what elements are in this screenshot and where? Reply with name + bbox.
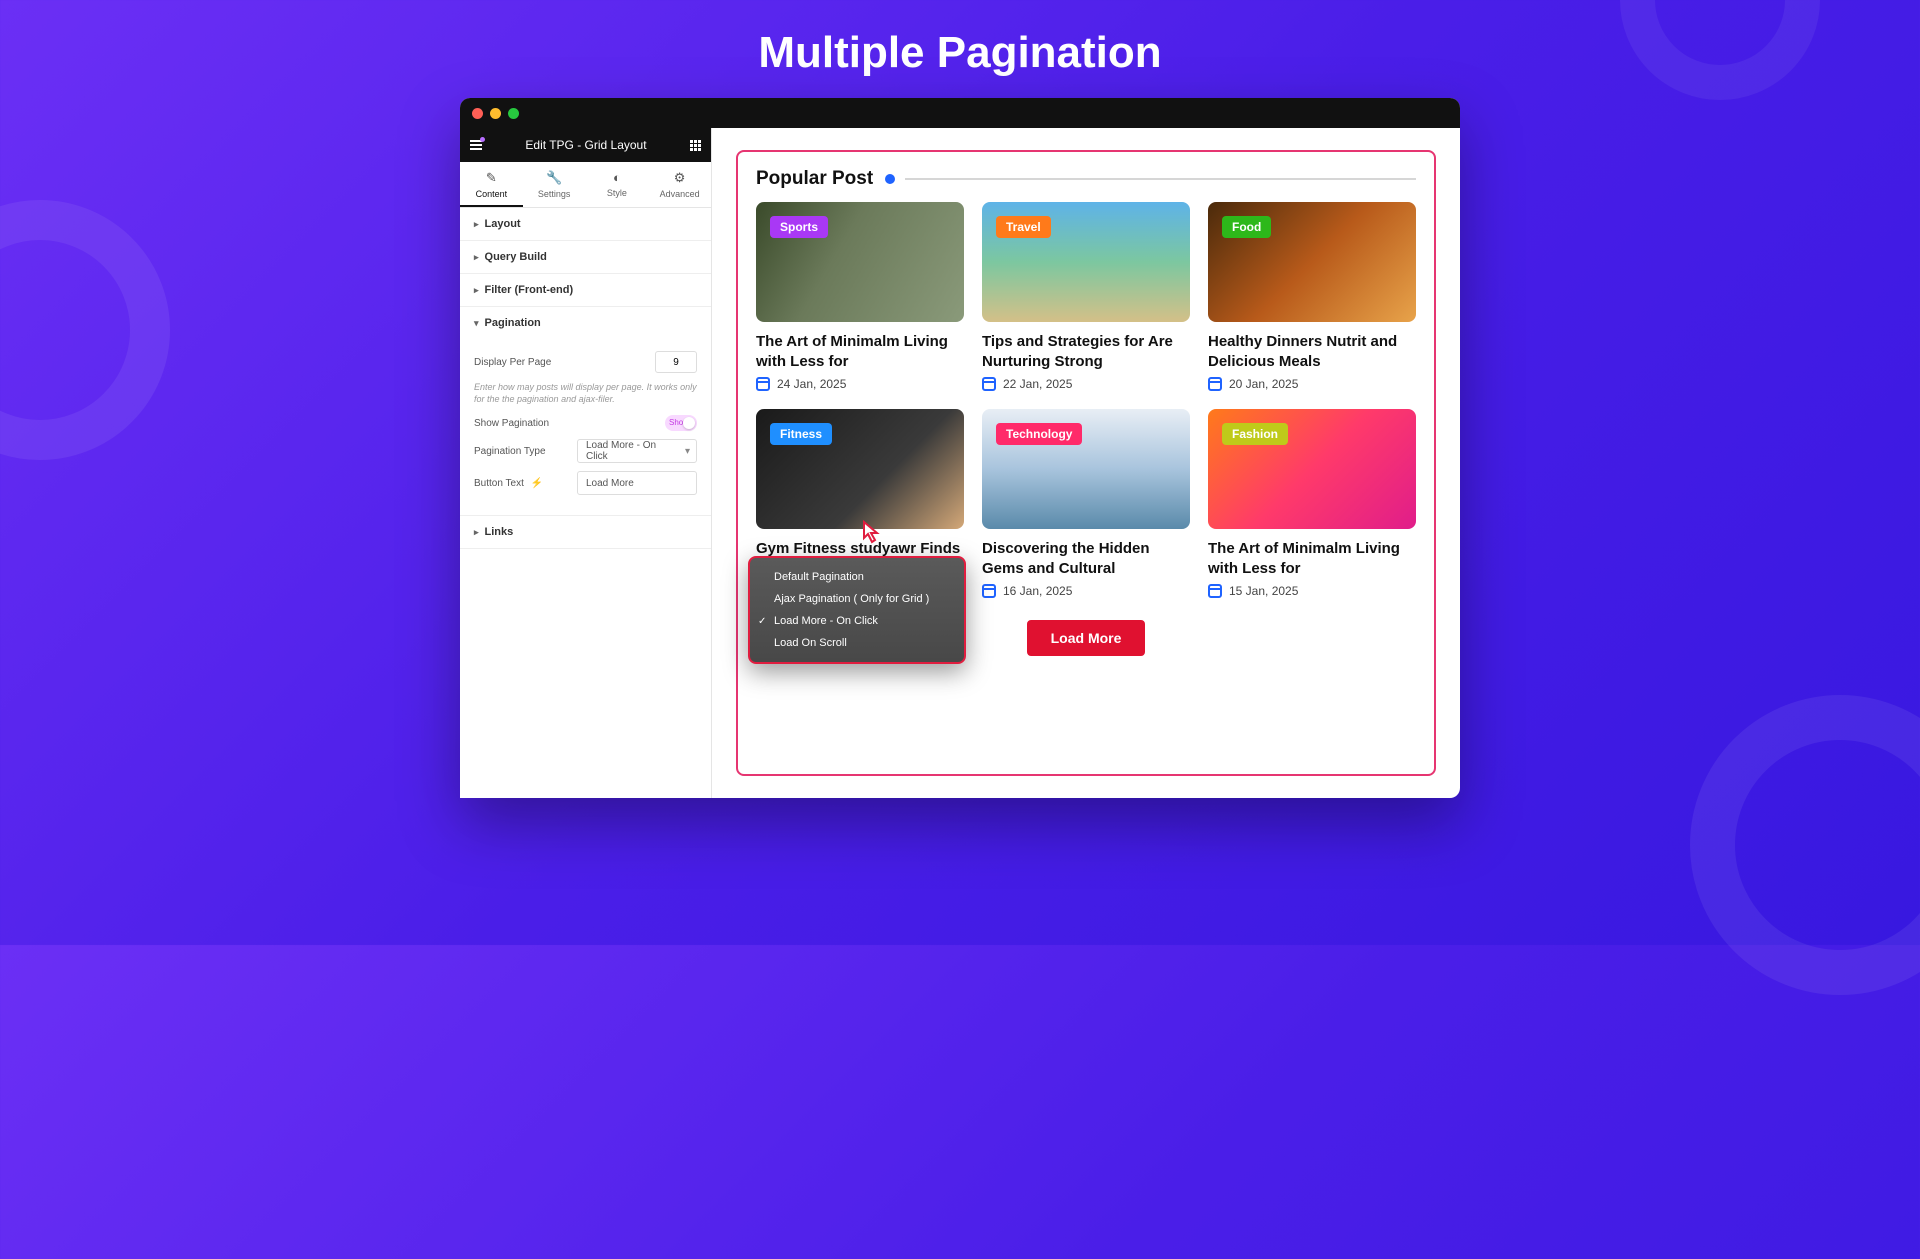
post-title[interactable]: Discovering the Hidden Gems and Cultural: [982, 539, 1190, 578]
section-links[interactable]: Links: [460, 516, 711, 548]
wrench-icon: 🔧: [523, 170, 586, 186]
tab-label: Content: [476, 189, 508, 199]
menu-icon[interactable]: [470, 140, 482, 150]
tab-content[interactable]: ✎ Content: [460, 162, 523, 207]
load-more-button[interactable]: Load More: [1027, 620, 1146, 656]
category-badge[interactable]: Travel: [996, 216, 1051, 238]
preview-area: Popular Post Sports The Art of Minimalm L…: [712, 128, 1460, 798]
heading-divider: [905, 178, 1416, 180]
dropdown-option-default[interactable]: Default Pagination: [750, 566, 964, 588]
dropdown-option-ajax[interactable]: Ajax Pagination ( Only for Grid ): [750, 588, 964, 610]
calendar-icon: [982, 377, 996, 391]
calendar-icon: [982, 584, 996, 598]
post-thumbnail: Food: [1208, 202, 1416, 322]
apps-grid-icon[interactable]: [690, 140, 701, 151]
post-card[interactable]: Technology Discovering the Hidden Gems an…: [982, 409, 1190, 598]
gear-icon: ⚙: [648, 170, 711, 186]
calendar-icon: [1208, 584, 1222, 598]
post-title[interactable]: The Art of Minimalm Living with Less for: [1208, 539, 1416, 578]
contrast-icon: ◐: [586, 170, 649, 185]
calendar-icon: [756, 377, 770, 391]
post-card[interactable]: Travel Tips and Strategies for Are Nurtur…: [982, 202, 1190, 391]
widget-heading: Popular Post: [756, 168, 873, 190]
post-meta: 24 Jan, 2025: [756, 377, 964, 391]
section-filter[interactable]: Filter (Front-end): [460, 274, 711, 306]
post-meta: 20 Jan, 2025: [1208, 377, 1416, 391]
post-meta: 15 Jan, 2025: [1208, 584, 1416, 598]
per-page-label: Display Per Page: [474, 357, 655, 368]
post-thumbnail: Travel: [982, 202, 1190, 322]
show-pagination-label: Show Pagination: [474, 418, 665, 429]
post-date: 15 Jan, 2025: [1229, 584, 1298, 598]
post-title[interactable]: The Art of Minimalm Living with Less for: [756, 332, 964, 371]
post-thumbnail: Technology: [982, 409, 1190, 529]
tab-label: Advanced: [660, 189, 700, 199]
dropdown-option-loadmore[interactable]: Load More - On Click: [750, 610, 964, 632]
tab-style[interactable]: ◐ Style: [586, 162, 649, 207]
post-grid-widget: Popular Post Sports The Art of Minimalm L…: [736, 150, 1436, 776]
window-titlebar: [460, 98, 1460, 128]
calendar-icon: [1208, 377, 1222, 391]
pagination-type-dropdown: Default Pagination Ajax Pagination ( Onl…: [748, 556, 966, 664]
select-value: Load More - On Click: [586, 440, 676, 462]
tab-advanced[interactable]: ⚙ Advanced: [648, 162, 711, 207]
window-minimize-icon[interactable]: [490, 108, 501, 119]
pagination-type-label: Pagination Type: [474, 446, 577, 457]
tab-label: Settings: [538, 189, 571, 199]
dropdown-option-scroll[interactable]: Load On Scroll: [750, 632, 964, 654]
dynamic-tag-icon[interactable]: ⚡: [531, 478, 543, 489]
per-page-help: Enter how may posts will display per pag…: [474, 381, 697, 405]
button-text-label: Button Text ⚡: [474, 478, 577, 489]
window-maximize-icon[interactable]: [508, 108, 519, 119]
section-pagination-body: Display Per Page Enter how may posts wil…: [460, 339, 711, 515]
post-meta: 22 Jan, 2025: [982, 377, 1190, 391]
post-card[interactable]: Food Healthy Dinners Nutrit and Delicious…: [1208, 202, 1416, 391]
heading-dot-icon: [885, 174, 895, 184]
post-date: 24 Jan, 2025: [777, 377, 846, 391]
post-date: 20 Jan, 2025: [1229, 377, 1298, 391]
button-text-input[interactable]: [577, 471, 697, 495]
post-card[interactable]: Fashion The Art of Minimalm Living with L…: [1208, 409, 1416, 598]
show-pagination-toggle[interactable]: Show: [665, 415, 697, 431]
editor-tabs: ✎ Content 🔧 Settings ◐ Style ⚙ Advanced: [460, 162, 711, 208]
tab-settings[interactable]: 🔧 Settings: [523, 162, 586, 207]
section-pagination[interactable]: Pagination: [460, 307, 711, 339]
pencil-icon: ✎: [460, 170, 523, 186]
post-date: 22 Jan, 2025: [1003, 377, 1072, 391]
window-close-icon[interactable]: [472, 108, 483, 119]
pagination-type-select[interactable]: Load More - On Click: [577, 439, 697, 463]
post-thumbnail: Fitness: [756, 409, 964, 529]
editor-sidebar: Edit TPG - Grid Layout ✎ Content 🔧 Setti…: [460, 128, 712, 798]
section-query-build[interactable]: Query Build: [460, 241, 711, 273]
sidebar-header: Edit TPG - Grid Layout: [460, 128, 711, 162]
bg-decoration: [1690, 695, 1920, 995]
post-date: 16 Jan, 2025: [1003, 584, 1072, 598]
notification-badge-icon: [480, 137, 485, 142]
post-thumbnail: Fashion: [1208, 409, 1416, 529]
toggle-value: Show: [669, 415, 689, 431]
category-badge[interactable]: Food: [1222, 216, 1271, 238]
post-meta: 16 Jan, 2025: [982, 584, 1190, 598]
category-badge[interactable]: Technology: [996, 423, 1082, 445]
bg-decoration: [0, 200, 170, 460]
category-badge[interactable]: Fitness: [770, 423, 832, 445]
browser-window: Edit TPG - Grid Layout ✎ Content 🔧 Setti…: [460, 98, 1460, 798]
section-layout[interactable]: Layout: [460, 208, 711, 240]
post-thumbnail: Sports: [756, 202, 964, 322]
per-page-input[interactable]: [655, 351, 697, 373]
tab-label: Style: [607, 188, 627, 198]
sidebar-title: Edit TPG - Grid Layout: [482, 138, 690, 152]
category-badge[interactable]: Sports: [770, 216, 828, 238]
post-title[interactable]: Tips and Strategies for Are Nurturing St…: [982, 332, 1190, 371]
category-badge[interactable]: Fashion: [1222, 423, 1288, 445]
post-title[interactable]: Healthy Dinners Nutrit and Delicious Mea…: [1208, 332, 1416, 371]
post-card[interactable]: Sports The Art of Minimalm Living with Le…: [756, 202, 964, 391]
